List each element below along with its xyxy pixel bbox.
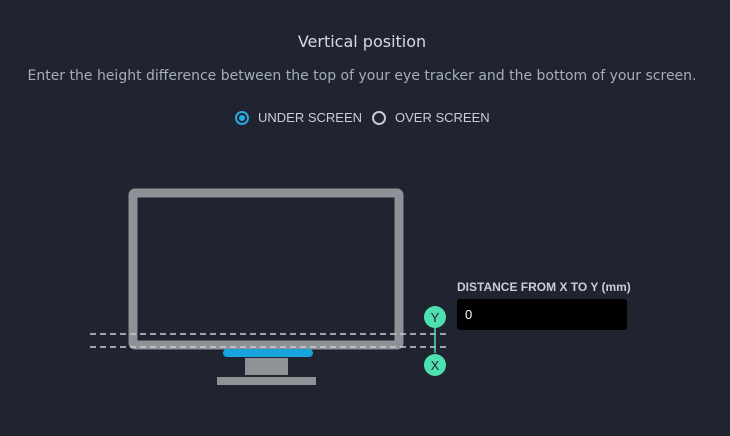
monitor-diagram: Y X xyxy=(90,188,446,385)
y-marker: Y xyxy=(424,306,446,328)
vertical-position-page: Vertical position Enter the height diffe… xyxy=(0,0,730,436)
distance-input[interactable] xyxy=(457,299,627,330)
monitor-stand-base xyxy=(217,377,316,385)
eye-tracker-bar xyxy=(223,349,313,357)
monitor-stand-neck xyxy=(245,358,288,375)
x-marker: X xyxy=(424,354,446,376)
y-marker-label: Y xyxy=(431,310,440,325)
distance-field-label: DISTANCE FROM X TO Y (mm) xyxy=(457,280,631,294)
monitor-icon xyxy=(128,188,404,350)
x-marker-label: X xyxy=(431,358,440,373)
